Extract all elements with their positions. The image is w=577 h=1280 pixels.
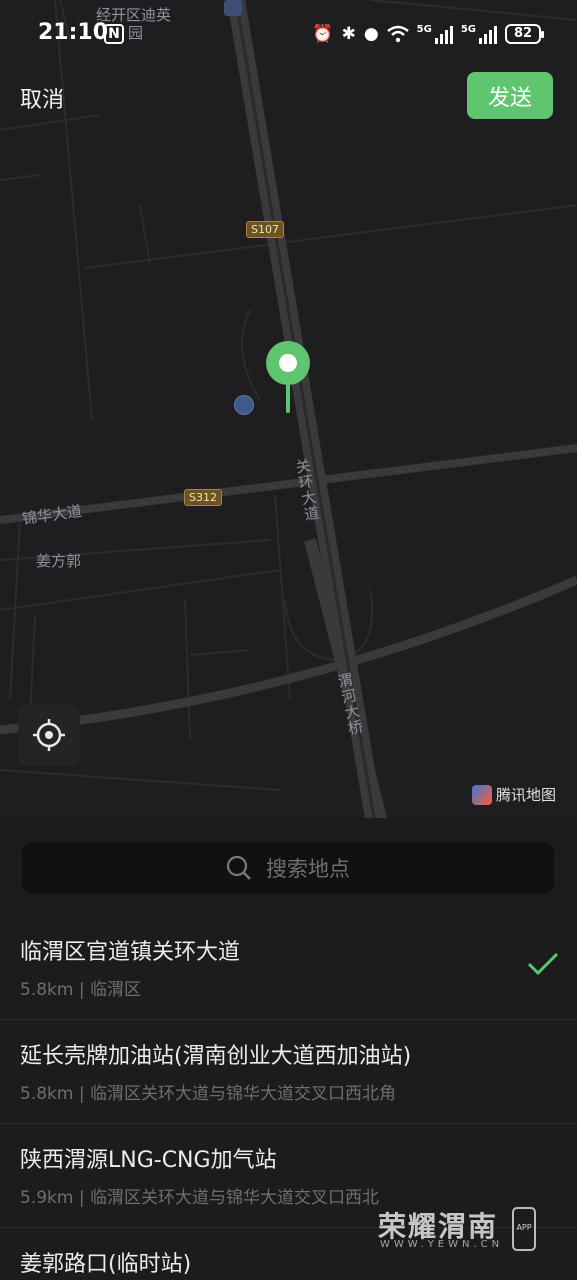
place-detail: 5.8km | 临渭区关环大道与锦华大道交叉口西北角 <box>20 1084 396 1104</box>
nfc-icon: N <box>104 24 124 44</box>
bluetooth-icon: ✱ <box>341 24 356 44</box>
list-item[interactable]: 临渭区官道镇关环大道 5.8km | 临渭区 <box>0 916 577 1020</box>
place-name: 陕西渭源LNG-CNG加气站 <box>20 1148 277 1173</box>
wifi-icon <box>386 25 409 43</box>
road-shield-s107: S107 <box>246 221 284 238</box>
status-bar: 21:10 N ⏰ ✱ ● 5G 5G 82 <box>0 0 577 70</box>
place-detail: 5.8km | 临渭区 <box>20 980 141 1000</box>
search-placeholder: 搜索地点 <box>266 857 350 881</box>
search-icon <box>226 855 251 880</box>
road-shield-s312: S312 <box>184 489 222 506</box>
map-roads <box>0 0 577 830</box>
location-icon: ● <box>363 24 379 44</box>
send-button[interactable]: 发送 <box>467 72 553 119</box>
place-detail: 5.9km | 临渭区关环大道与锦华大道交叉口西北 <box>20 1188 379 1208</box>
place-name: 延长壳牌加油站(渭南创业大道西加油站) <box>20 1044 412 1069</box>
map-view[interactable]: 21:10 N ⏰ ✱ ● 5G 5G 82 经开区迪英 园 S107 S312 <box>0 0 577 830</box>
map-poi-label: 园 <box>128 24 144 42</box>
tencent-map-icon <box>472 784 492 805</box>
crosshair-icon <box>33 719 65 751</box>
battery-icon: 82 <box>505 24 544 44</box>
signal-icon: 5G <box>417 24 453 44</box>
watermark: 荣耀渭南 WWW.YEWN.CN APP <box>378 1205 540 1255</box>
list-item[interactable]: 延长壳牌加油站(渭南创业大道西加油站) 5.8km | 临渭区关环大道与锦华大道… <box>0 1020 577 1124</box>
cancel-button[interactable]: 取消 <box>20 82 64 114</box>
area-label: 姜方郭 <box>36 552 82 570</box>
watermark-url: WWW.YEWN.CN <box>380 1239 504 1250</box>
check-icon <box>527 952 559 976</box>
alarm-icon: ⏰ <box>312 24 334 44</box>
locate-me-button[interactable] <box>18 704 80 766</box>
gas-station-icon <box>234 395 254 415</box>
status-icons: ⏰ ✱ ● 5G 5G 82 <box>312 22 544 46</box>
signal-icon: 5G <box>461 24 497 44</box>
place-name: 临渭区官道镇关环大道 <box>20 940 241 965</box>
bus-icon <box>224 0 242 16</box>
phone-icon: APP <box>512 1207 536 1251</box>
search-input[interactable]: 搜索地点 <box>22 842 554 894</box>
location-pin-icon <box>266 341 310 413</box>
map-provider-logo: 腾讯地图 <box>472 784 556 805</box>
place-name: 姜郭路口(临时站) <box>20 1252 192 1277</box>
